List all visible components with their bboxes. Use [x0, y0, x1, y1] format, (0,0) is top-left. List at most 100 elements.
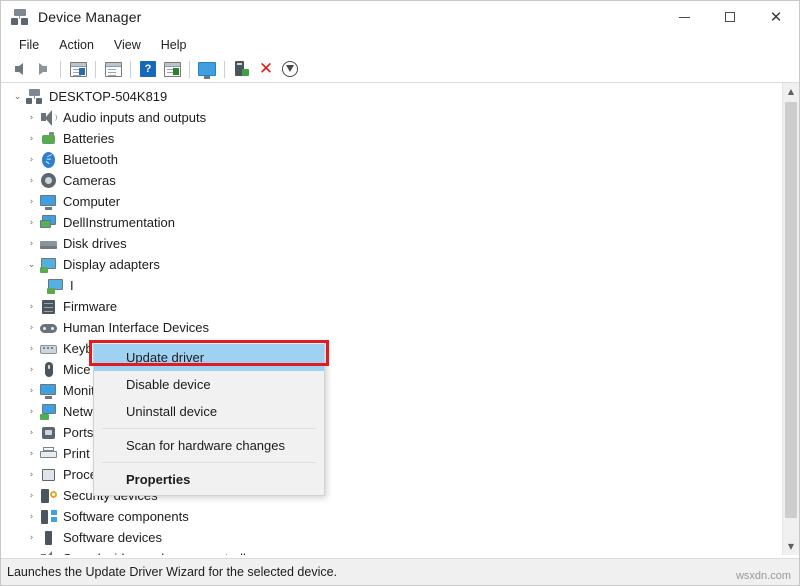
tree-item-disk-drives[interactable]: › Disk drives [1, 233, 782, 254]
update-driver-icon [164, 62, 181, 77]
chevron-right-icon[interactable]: › [25, 468, 38, 481]
chevron-right-icon[interactable]: › [25, 132, 38, 145]
chevron-right-icon[interactable]: › [25, 342, 38, 355]
disable-device-button[interactable] [278, 58, 302, 80]
help-question-icon: ? [140, 61, 156, 77]
scan-for-hardware-changes-button[interactable] [195, 58, 219, 80]
chevron-right-icon[interactable]: › [25, 153, 38, 166]
tree-item-bluetooth[interactable]: › Bluetooth [1, 149, 782, 170]
scrollbar-thumb[interactable] [785, 102, 797, 518]
chevron-right-icon[interactable]: › [25, 300, 38, 313]
context-menu-item-properties[interactable]: Properties [94, 466, 324, 493]
device-tree-panel: ⌄ DESKTOP-504K819 › Audio inputs and out… [1, 83, 799, 555]
close-button[interactable]: ✕ [753, 1, 799, 33]
context-menu: Update driver Disable device Uninstall d… [93, 341, 325, 496]
tree-item-label: Software devices [63, 530, 162, 546]
tree-item-label: Disk drives [63, 236, 127, 252]
chevron-right-icon[interactable]: › [25, 489, 38, 502]
speaker-icon [40, 110, 57, 126]
tree-item-human-interface-devices[interactable]: › Human Interface Devices [1, 317, 782, 338]
chevron-right-icon[interactable]: › [25, 531, 38, 544]
software-components-icon [40, 509, 57, 525]
tree-item-software-components[interactable]: › Software components [1, 506, 782, 527]
chevron-right-icon[interactable]: › [25, 447, 38, 460]
scroll-up-button[interactable]: ▲ [783, 83, 799, 100]
tree-item-label: Display adapters [63, 257, 160, 273]
tree-item-computer[interactable]: › Computer [1, 191, 782, 212]
chevron-right-icon[interactable]: › [25, 510, 38, 523]
chevron-down-icon[interactable]: ⌄ [11, 90, 24, 103]
close-icon: ✕ [770, 10, 783, 25]
menu-file[interactable]: File [9, 36, 49, 54]
window-title: Device Manager [38, 9, 141, 25]
chevron-right-icon[interactable]: › [25, 426, 38, 439]
forward-button[interactable] [31, 58, 55, 80]
network-adapter-icon [40, 404, 57, 420]
chevron-right-icon[interactable]: › [25, 363, 38, 376]
monitor-icon [40, 383, 57, 399]
menu-help[interactable]: Help [151, 36, 197, 54]
chevron-right-icon[interactable]: › [25, 111, 38, 124]
enable-device-button[interactable] [230, 58, 254, 80]
chevron-right-icon[interactable]: › [25, 195, 38, 208]
status-bar-text: Launches the Update Driver Wizard for th… [7, 565, 337, 579]
vertical-scrollbar[interactable]: ▲ ▼ [782, 83, 799, 555]
tree-item-label: DellInstrumentation [63, 215, 175, 231]
dell-monitor-icon [40, 215, 57, 231]
tree-item-display-adapters[interactable]: ⌄ Display adapters [1, 254, 782, 275]
back-button[interactable] [7, 58, 31, 80]
tree-item-label: Computer [63, 194, 120, 210]
scroll-down-button[interactable]: ▼ [783, 538, 799, 555]
window-controls: ✕ [661, 1, 799, 33]
show-hide-console-tree-button[interactable] [66, 58, 90, 80]
tree-item-label: Firmware [63, 299, 117, 315]
monitor-icon [40, 194, 57, 210]
tree-item-batteries[interactable]: › Batteries [1, 128, 782, 149]
toolbar-separator [95, 61, 96, 78]
bluetooth-icon [40, 152, 57, 168]
help-button[interactable]: ? [136, 58, 160, 80]
tree-item-software-devices[interactable]: › Software devices [1, 527, 782, 548]
chevron-right-icon[interactable]: › [25, 384, 38, 397]
context-menu-item-scan-for-hardware-changes[interactable]: Scan for hardware changes [94, 432, 324, 459]
menu-action[interactable]: Action [49, 36, 104, 54]
context-menu-separator [102, 462, 316, 463]
properties-button[interactable] [101, 58, 125, 80]
minimize-button[interactable] [661, 1, 707, 33]
console-tree-icon [70, 62, 87, 77]
tree-item-label: Human Interface Devices [63, 320, 209, 336]
update-driver-button[interactable] [160, 58, 184, 80]
context-menu-item-uninstall-device[interactable]: Uninstall device [94, 398, 324, 425]
uninstall-device-button[interactable]: ✕ [254, 58, 278, 80]
tree-item-label: Bluetooth [63, 152, 118, 168]
context-menu-item-disable-device[interactable]: Disable device [94, 371, 324, 398]
context-menu-item-update-driver[interactable]: Update driver [94, 344, 324, 371]
maximize-button[interactable] [707, 1, 753, 33]
down-arrow-circle-icon [282, 61, 298, 77]
chevron-down-icon[interactable]: ⌄ [25, 258, 38, 271]
chevron-right-icon[interactable]: › [25, 174, 38, 187]
menu-view[interactable]: View [104, 36, 151, 54]
chevron-right-icon[interactable]: › [25, 216, 38, 229]
tree-item-root[interactable]: ⌄ DESKTOP-504K819 [1, 86, 782, 107]
tree-item-dellinstrumentation[interactable]: › DellInstrumentation [1, 212, 782, 233]
chevron-right-icon[interactable]: › [25, 405, 38, 418]
tree-item-cameras[interactable]: › Cameras [1, 170, 782, 191]
tree-item-label: Cameras [63, 173, 116, 189]
watermark: wsxdn.com [736, 570, 791, 582]
properties-window-icon [105, 62, 122, 77]
display-adapter-icon [40, 257, 57, 273]
toolbar-separator [189, 61, 190, 78]
context-menu-separator [102, 428, 316, 429]
chevron-right-icon[interactable]: › [25, 552, 38, 555]
status-bar: Launches the Update Driver Wizard for th… [1, 558, 799, 585]
chevron-right-icon[interactable]: › [25, 321, 38, 334]
tree-item-label: DESKTOP-504K819 [49, 89, 167, 105]
tree-item-audio[interactable]: › Audio inputs and outputs [1, 107, 782, 128]
toolbar: ? ✕ [1, 56, 799, 83]
tree-item-sound-video-game[interactable]: › Sound, video and game controllers [1, 548, 782, 555]
tree-item-display-adapter-child[interactable]: I [1, 275, 782, 296]
chevron-right-icon[interactable]: › [25, 237, 38, 250]
hid-gamepad-icon [40, 320, 57, 336]
tree-item-firmware[interactable]: › Firmware [1, 296, 782, 317]
